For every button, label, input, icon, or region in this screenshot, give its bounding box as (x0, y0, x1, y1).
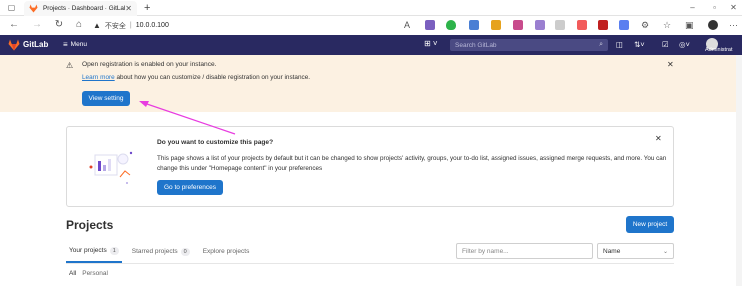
todos-icon[interactable]: ☑ (662, 40, 669, 49)
card-close-icon[interactable]: ✕ (655, 134, 662, 143)
search-input[interactable] (455, 41, 600, 49)
gitlab-header: GitLab ≡ Menu ⊞ ˅ ⌕ ◫ ⇅˅ ☑ ◎˅ Administra… (0, 35, 742, 55)
tab-your-projects[interactable]: Your projects 1 (66, 240, 122, 263)
alert-title: Open registration is enabled on your ins… (82, 61, 217, 68)
browser-tab-strip: ▢ Projects · Dashboard · GitLab ✕ + – ▫ … (0, 0, 742, 16)
browser-toolbar: ← → ↻ ⌂ ▲ 不安全 | 10.0.0.100 A ⚙ ☆ ▣ ··· (0, 16, 742, 35)
tab-starred-projects[interactable]: Starred projects 0 (129, 240, 193, 263)
card-title: Do you want to customize this page? (157, 139, 274, 146)
merge-requests-icon[interactable]: ⇅˅ (634, 40, 645, 49)
alert-text-rest: about how you can customize / disable re… (114, 74, 311, 81)
tab-title: Projects · Dashboard · GitLab (43, 5, 126, 12)
profile-icon[interactable] (708, 20, 718, 30)
warning-icon: ⚠ (66, 61, 74, 70)
user-label: Administrat (705, 47, 733, 53)
tab-count: 0 (180, 247, 190, 256)
browser-tab[interactable]: Projects · Dashboard · GitLab ✕ (24, 1, 137, 16)
view-setting-button[interactable]: View setting (82, 91, 130, 106)
extension-7-icon[interactable] (555, 20, 565, 30)
extension-9-icon[interactable] (598, 20, 608, 30)
search-box[interactable]: ⌕ (450, 39, 608, 51)
page-title: Projects (66, 218, 114, 232)
url-text: 10.0.0.100 (135, 22, 169, 29)
new-project-button[interactable]: New project (626, 216, 674, 233)
tab-label: Your projects (69, 247, 107, 254)
dashboard-illustration-icon (89, 151, 133, 184)
address-bar[interactable]: ▲ 不安全 | 10.0.0.100 (93, 18, 393, 33)
tab-label: Starred projects (131, 248, 178, 255)
shield-extension-icon[interactable] (446, 20, 456, 30)
page-scrollbar[interactable] (736, 55, 742, 286)
project-filter-subtabs: All Personal (69, 270, 114, 277)
extension-10-icon[interactable] (619, 20, 629, 30)
search-icon: ⌕ (599, 41, 603, 48)
extension-5-icon[interactable] (513, 20, 523, 30)
maximize-icon[interactable]: ▫ (709, 3, 720, 13)
new-tab-button[interactable]: + (144, 1, 150, 15)
project-tabs: Your projects 1 Starred projects 0 Explo… (66, 240, 452, 263)
chevron-down-icon: ⌄ (662, 248, 668, 255)
gitlab-favicon-icon (29, 4, 38, 13)
sort-value: Name (603, 247, 621, 255)
menu-label: Menu (70, 41, 87, 48)
back-icon[interactable]: ← (8, 19, 20, 31)
alert-text: Learn more about how you can customize /… (82, 74, 310, 81)
issues-icon[interactable]: ◫ (616, 40, 623, 49)
learn-more-link[interactable]: Learn more (82, 74, 115, 81)
warning-icon: ▲ (93, 21, 101, 30)
extension-6-icon[interactable] (535, 20, 545, 30)
extension-8-icon[interactable] (577, 20, 587, 30)
home-icon[interactable]: ⌂ (73, 19, 85, 31)
url-separator: | (129, 22, 132, 29)
tab-label: Explore projects (202, 248, 250, 255)
more-menu-icon[interactable]: ··· (729, 19, 738, 31)
extensions-icon[interactable]: ⚙ (641, 19, 649, 31)
brand-name[interactable]: GitLab (23, 40, 48, 49)
favorites-icon[interactable]: ☆ (663, 19, 671, 31)
subtab-personal[interactable]: Personal (82, 270, 108, 277)
tab-close-icon[interactable]: ✕ (125, 4, 132, 13)
sort-dropdown[interactable]: Name ⌄ (597, 243, 674, 259)
hamburger-icon: ≡ (63, 40, 68, 49)
tab-explore-projects[interactable]: Explore projects (200, 240, 253, 263)
tab-actions-icon[interactable]: ▢ (6, 3, 17, 13)
collections-icon[interactable]: ▣ (685, 19, 694, 31)
subtab-all[interactable]: All (69, 270, 76, 277)
customize-homepage-card: Do you want to customize this page? This… (66, 126, 674, 207)
reload-icon[interactable]: ↻ (53, 19, 65, 31)
tab-count: 1 (109, 246, 119, 255)
forward-icon[interactable]: → (31, 19, 43, 31)
filter-by-name-input[interactable] (456, 243, 593, 259)
window-close-icon[interactable]: ✕ (728, 3, 739, 13)
help-icon[interactable]: ◎˅ (679, 40, 690, 49)
registration-alert: ⚠ Open registration is enabled on your i… (0, 55, 742, 112)
gitlab-logo-icon[interactable] (8, 39, 20, 51)
card-description: This page shows a list of your projects … (157, 155, 667, 172)
read-aloud-icon[interactable]: A (404, 19, 410, 31)
extension-3-icon[interactable] (469, 20, 479, 30)
alert-close-icon[interactable]: ✕ (667, 60, 674, 69)
minimize-icon[interactable]: – (687, 3, 698, 13)
menu-button[interactable]: ≡ Menu (63, 40, 87, 49)
go-to-preferences-button[interactable]: Go to preferences (157, 180, 223, 195)
security-warning: 不安全 (104, 22, 126, 30)
extension-1-icon[interactable] (425, 20, 435, 30)
extension-4-icon[interactable] (491, 20, 501, 30)
tabs-divider (66, 263, 674, 264)
create-new-icon[interactable]: ⊞ ˅ (424, 39, 438, 48)
